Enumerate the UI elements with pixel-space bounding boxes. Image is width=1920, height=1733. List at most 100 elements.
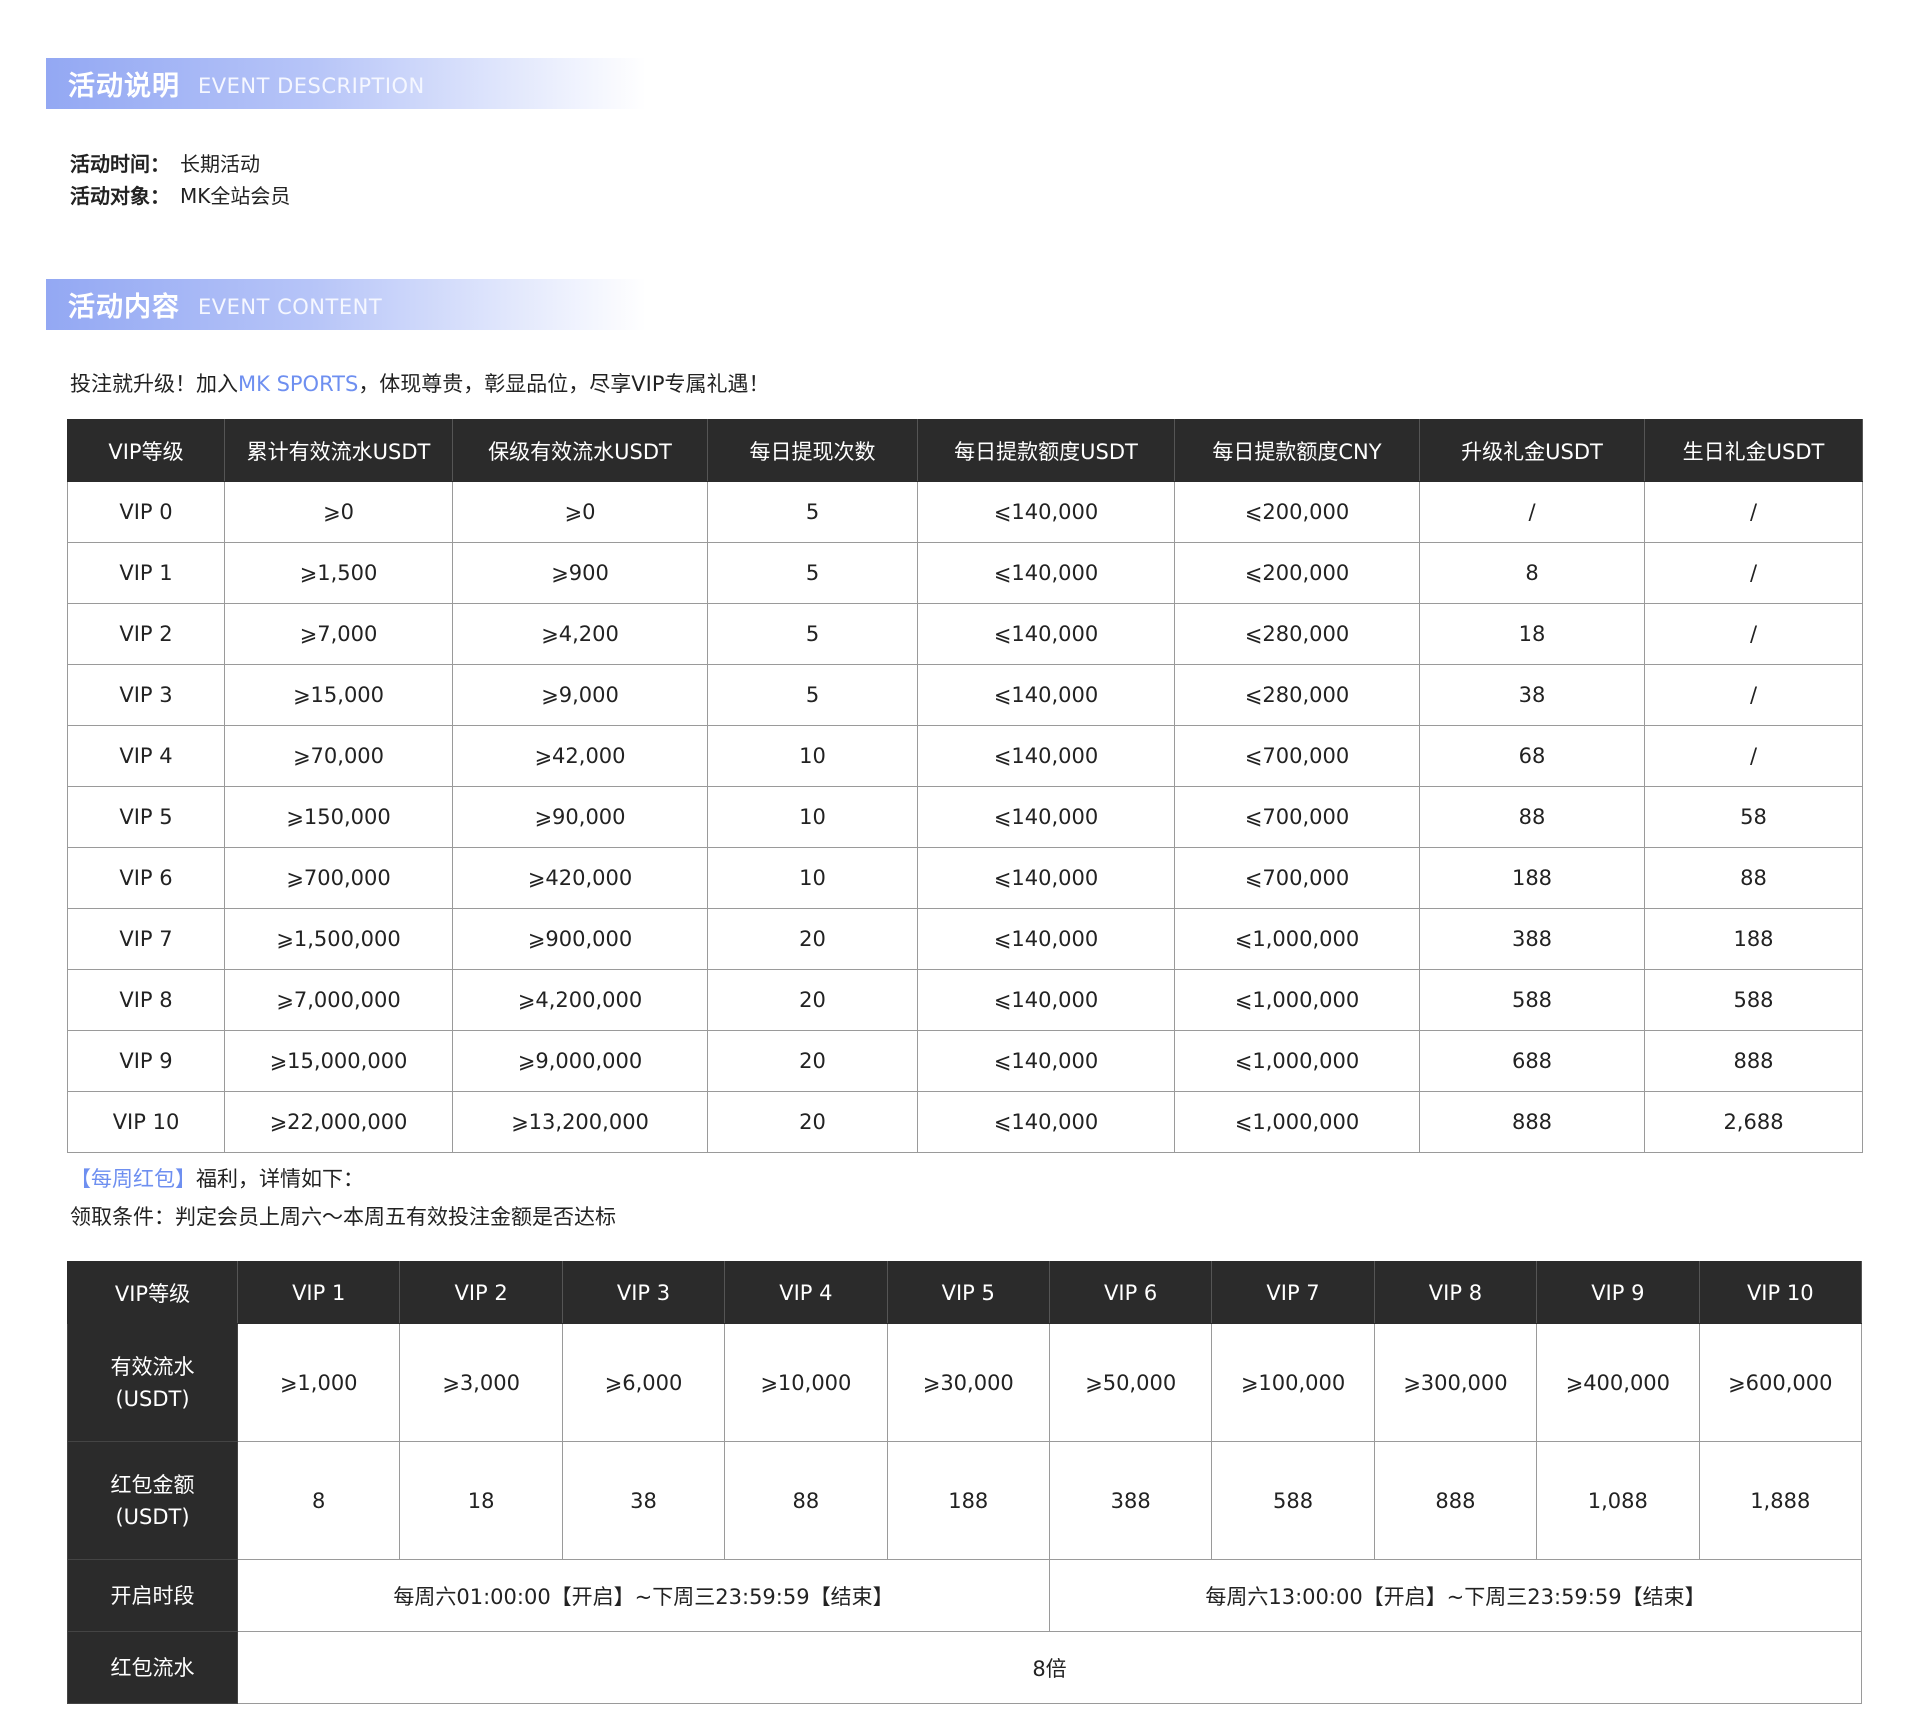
table-header-row: VIP等级 累计有效流水USDT 保级有效流水USDT 每日提现次数 每日提款额度USD… [67,419,1863,482]
row-header-line: 红包金额 [110,1472,195,1497]
turnover-cell: ⩾600,000 [1698,1323,1863,1442]
table-cell: / [1644,725,1863,787]
table-cell: VIP 4 [67,725,225,787]
intro-text: 投注就升级！加入MK SPORTS，体现尊贵，彰显品位，尽享VIP专属礼遇！ [70,368,770,398]
table-cell: ⩾15,000,000 [224,1030,453,1092]
info-key: 活动对象： [70,184,170,208]
table-cell: VIP 10 [67,1091,225,1153]
table-row: VIP 1 ⩾1,500 ⩾900 5 ⩽140,000 ⩽200,000 8/ [67,542,1863,604]
table-cell: VIP 1 [67,542,225,604]
turnover-cell: ⩾400,000 [1536,1323,1700,1442]
table-cell: 10 [707,847,918,909]
table-cell: 188 [1644,908,1863,970]
table-cell: 20 [707,908,918,970]
table-cell: VIP 3 [67,664,225,726]
red-packet-tag: 【每周红包】 [70,1167,196,1191]
amount-cell: 1,088 [1536,1441,1700,1560]
table-cell: ⩽280,000 [1174,664,1420,726]
table-cell: ⩽140,000 [917,847,1175,909]
brand-name: MK SPORTS [238,372,359,396]
turnover-cell: ⩾50,000 [1048,1323,1213,1442]
amount-cell: 888 [1373,1441,1538,1560]
table-cell: 58 [1644,786,1863,848]
table-cell: ⩽1,000,000 [1174,1091,1420,1153]
row-header-line: 有效流水 [110,1354,195,1379]
info-target: 活动对象： MK全站会员 [70,180,290,212]
intro-post: ，体现尊贵，彰显品位，尽享VIP专属礼遇！ [358,372,770,396]
table-cell: ⩽140,000 [917,725,1175,787]
turnover-cell: ⩾1,000 [236,1323,401,1442]
info-time: 活动时间： 长期活动 [70,148,290,180]
column-header: VIP 7 [1211,1261,1375,1324]
table-cell: ⩾900,000 [452,908,708,970]
table-cell: ⩾70,000 [224,725,453,787]
info-value: 长期活动 [180,152,260,176]
column-header: VIP 9 [1536,1261,1700,1324]
table-cell: 20 [707,1030,918,1092]
open-period-row: 开启时段 每周六01:00:00【开启】~下周三23:59:59【结束】 每周六… [67,1559,1863,1632]
intro-pre: 投注就升级！加入 [70,372,238,396]
column-header: 每日提款额度USDT [917,419,1175,482]
table-cell: ⩽140,000 [917,1030,1175,1092]
column-header: 升级礼金USDT [1419,419,1645,482]
table-cell: ⩽140,000 [917,786,1175,848]
column-header: VIP 4 [724,1261,888,1324]
table-cell: ⩽700,000 [1174,725,1420,787]
row-header: 开启时段 [67,1559,238,1632]
turnover-row: 有效流水 (USDT) ⩾1,000 ⩾3,000 ⩾6,000 ⩾10,000 ⩾30,… [67,1323,1863,1442]
column-header: VIP 6 [1048,1261,1213,1324]
table-cell: 5 [707,664,918,726]
table-cell: 18 [1419,603,1645,665]
table-cell: ⩾0 [224,481,453,543]
turnover-cell: ⩾3,000 [399,1323,563,1442]
table-cell: ⩾9,000,000 [452,1030,708,1092]
amount-cell: 88 [724,1441,888,1560]
table-cell: / [1644,481,1863,543]
column-header: VIP 3 [561,1261,726,1324]
table-header-row: VIP等级 VIP 1 VIP 2 VIP 3 VIP 4 VIP 5 VIP 6 VIP 7… [67,1261,1863,1324]
table-cell: ⩽200,000 [1174,542,1420,604]
table-cell: ⩽140,000 [917,969,1175,1031]
table-cell: 88 [1644,847,1863,909]
table-row: VIP 8 ⩾7,000,000 ⩾4,200,000 20 ⩽140,000 ⩽1,00… [67,969,1863,1031]
section-title-zh: 活动说明 [68,71,180,102]
table-cell: / [1644,664,1863,726]
table-cell: 20 [707,1091,918,1153]
turnover-cell: ⩾100,000 [1211,1323,1375,1442]
table-cell: VIP 2 [67,603,225,665]
amount-cell: 38 [561,1441,726,1560]
table-cell: ⩽140,000 [917,542,1175,604]
table-cell: 10 [707,725,918,787]
table-row: VIP 7 ⩾1,500,000 ⩾900,000 20 ⩽140,000 ⩽1,000,… [67,908,1863,970]
table-cell: ⩾1,500 [224,542,453,604]
table-cell: ⩾15,000 [224,664,453,726]
column-header: VIP 8 [1373,1261,1538,1324]
table-cell: 588 [1419,969,1645,1031]
turnover-cell: ⩾30,000 [886,1323,1050,1442]
column-header: VIP 5 [886,1261,1050,1324]
open-period-b: 每周六13:00:00【开启】~下周三23:59:59【结束】 [1048,1559,1863,1632]
section-header-content: 活动内容 EVENT CONTENT [46,279,646,330]
table-row: VIP 0 ⩾0 ⩾0 5 ⩽140,000 ⩽200,000// [67,481,1863,543]
table-cell: ⩾42,000 [452,725,708,787]
table-cell: 888 [1644,1030,1863,1092]
section-header-description: 活动说明 EVENT DESCRIPTION [46,58,646,109]
notes-title: 【每周红包】福利，详情如下： [70,1160,616,1198]
table-cell: ⩽200,000 [1174,481,1420,543]
table-cell: / [1419,481,1645,543]
table-cell: 5 [707,603,918,665]
open-period-a: 每周六01:00:00【开启】~下周三23:59:59【结束】 [237,1559,1050,1632]
table-cell: ⩾150,000 [224,786,453,848]
table-cell: 8 [1419,542,1645,604]
table-cell: 10 [707,786,918,848]
table-cell: ⩾9,000 [452,664,708,726]
row-header: 有效流水 (USDT) [67,1323,238,1442]
red-packet-table: VIP等级 VIP 1 VIP 2 VIP 3 VIP 4 VIP 5 VIP 6 VIP 7… [67,1261,1863,1704]
column-header: VIP 2 [399,1261,563,1324]
table-cell: 38 [1419,664,1645,726]
table-cell: 68 [1419,725,1645,787]
wager-row: 红包流水 8倍 [67,1631,1862,1704]
column-header: VIP等级 [67,1261,238,1324]
table-cell: ⩾13,200,000 [452,1091,708,1153]
table-cell: ⩾7,000,000 [224,969,453,1031]
